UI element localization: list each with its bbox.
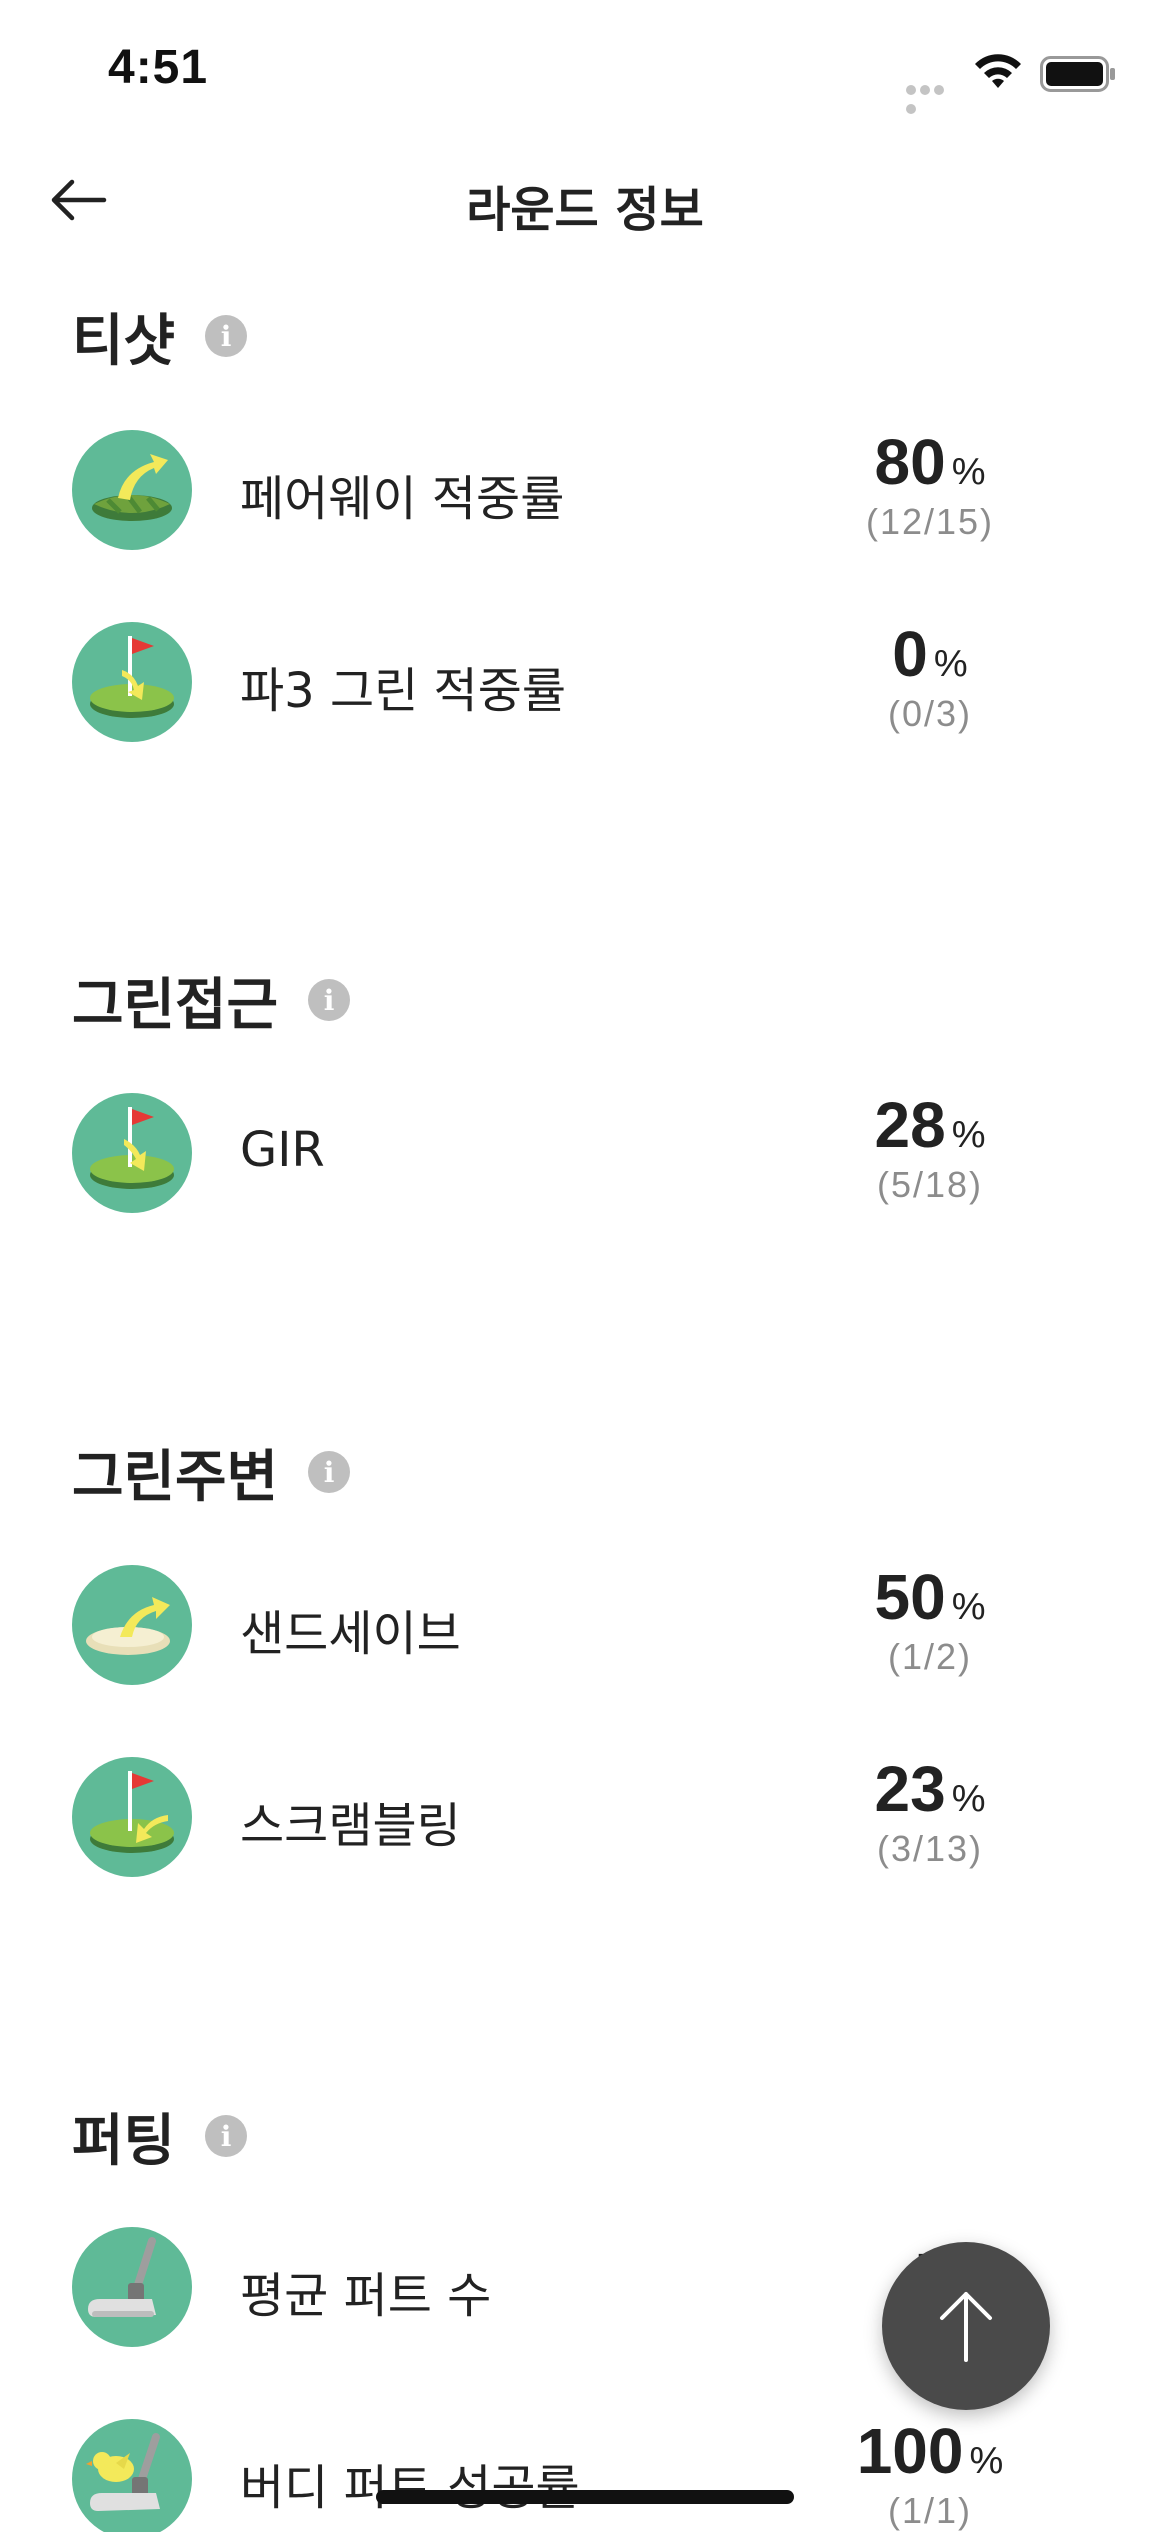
stat-label: 샌드세이브 — [240, 1606, 461, 1662]
green-flag-icon — [72, 622, 192, 742]
stat-label: GIR — [240, 1122, 325, 1178]
wifi-icon — [975, 54, 1021, 88]
stat-value: 23% (3/13) — [800, 1752, 1060, 1870]
stat-row-scrambling: 스크램블링 23% (3/13) — [0, 1752, 1170, 1882]
stat-label: 페어웨이 적중률 — [240, 471, 565, 527]
stat-label: 평균 퍼트 수 — [240, 2268, 492, 2324]
stat-fraction: (1/1) — [887, 2490, 973, 2531]
stat-number: 50 — [874, 1561, 946, 1633]
home-indicator — [376, 2490, 794, 2504]
bunker-shot-icon — [72, 1565, 192, 1685]
stat-fraction: (0/3) — [887, 693, 973, 734]
stat-fraction: (3/13) — [876, 1828, 984, 1869]
stat-fraction: (12/15) — [865, 501, 995, 542]
stat-unit: % — [951, 451, 986, 493]
section-tee-shot: 티샷 i — [72, 296, 248, 376]
stat-unit: % — [951, 1778, 986, 1820]
status-time: 4:51 — [108, 41, 209, 94]
section-title: 그린접근 — [72, 972, 279, 1038]
section-green-approach: 그린접근 i — [72, 960, 351, 1040]
info-icon[interactable]: i — [205, 2115, 248, 2157]
stat-number: 28 — [874, 1089, 946, 1161]
stat-row-fairway: 페어웨이 적중률 80% (12/15) — [0, 425, 1170, 555]
stat-unit: % — [951, 1586, 986, 1628]
scroll-to-top-button[interactable] — [882, 2242, 1050, 2410]
arrow-up-icon — [940, 2292, 992, 2362]
stat-row-gir: GIR 28% (5/18) — [0, 1088, 1170, 1218]
cellular-signal-icon — [906, 80, 960, 114]
info-icon[interactable]: i — [308, 1451, 351, 1493]
stat-label: 스크램블링 — [240, 1798, 461, 1854]
stat-unit: % — [933, 643, 968, 685]
section-title: 그린주변 — [72, 1444, 279, 1510]
stat-label: 버디 퍼트 성공률 — [240, 2460, 580, 2516]
info-icon[interactable]: i — [205, 315, 248, 357]
round-info-screen: 4:51 라운드 정보 티샷 i 페어웨이 적중률 80 % (12/15) 파… — [0, 0, 1170, 2532]
putter-icon — [72, 2227, 192, 2347]
section-putting: 퍼팅 i — [72, 2096, 248, 2176]
stat-row-sand-save: 샌드세이브 50% (1/2) — [0, 1560, 1170, 1690]
header: 라운드 정보 — [0, 150, 1170, 250]
green-flag-icon — [72, 1093, 192, 1213]
stat-value: 100% (1/1) — [800, 2414, 1060, 2532]
stat-number: 0 — [892, 618, 928, 690]
section-title: 티샷 — [72, 308, 176, 374]
stat-value: 80% (12/15) — [800, 425, 1060, 543]
stat-value: 0% (0/3) — [800, 617, 1060, 735]
stat-label: 파3 그린 적중률 — [240, 663, 567, 719]
stat-fraction: (5/18) — [876, 1164, 984, 1205]
page-title: 라운드 정보 — [466, 182, 704, 238]
stat-number: 100 — [856, 2415, 964, 2487]
stat-row-birdie-putt: 버디 퍼트 성공률 100% (1/1) — [0, 2414, 1170, 2532]
stat-row-par3-green: 파3 그린 적중률 0% (0/3) — [0, 617, 1170, 747]
info-icon[interactable]: i — [308, 979, 351, 1021]
stat-number: 80 — [874, 426, 946, 498]
stat-fraction: (1/2) — [887, 1636, 973, 1677]
status-bar: 4:51 — [0, 0, 1170, 150]
fairway-shot-icon — [72, 430, 192, 550]
battery-icon — [1040, 56, 1115, 92]
green-flag-icon — [72, 1757, 192, 1877]
stat-value: 28% (5/18) — [800, 1088, 1060, 1206]
stat-number: 23 — [874, 1753, 946, 1825]
stat-value: 50% (1/2) — [800, 1560, 1060, 1678]
stat-unit: % — [951, 1114, 986, 1156]
putter-bird-icon — [72, 2419, 192, 2532]
section-around-green: 그린주변 i — [72, 1432, 351, 1512]
stat-unit: % — [969, 2440, 1004, 2482]
section-title: 퍼팅 — [72, 2108, 176, 2174]
